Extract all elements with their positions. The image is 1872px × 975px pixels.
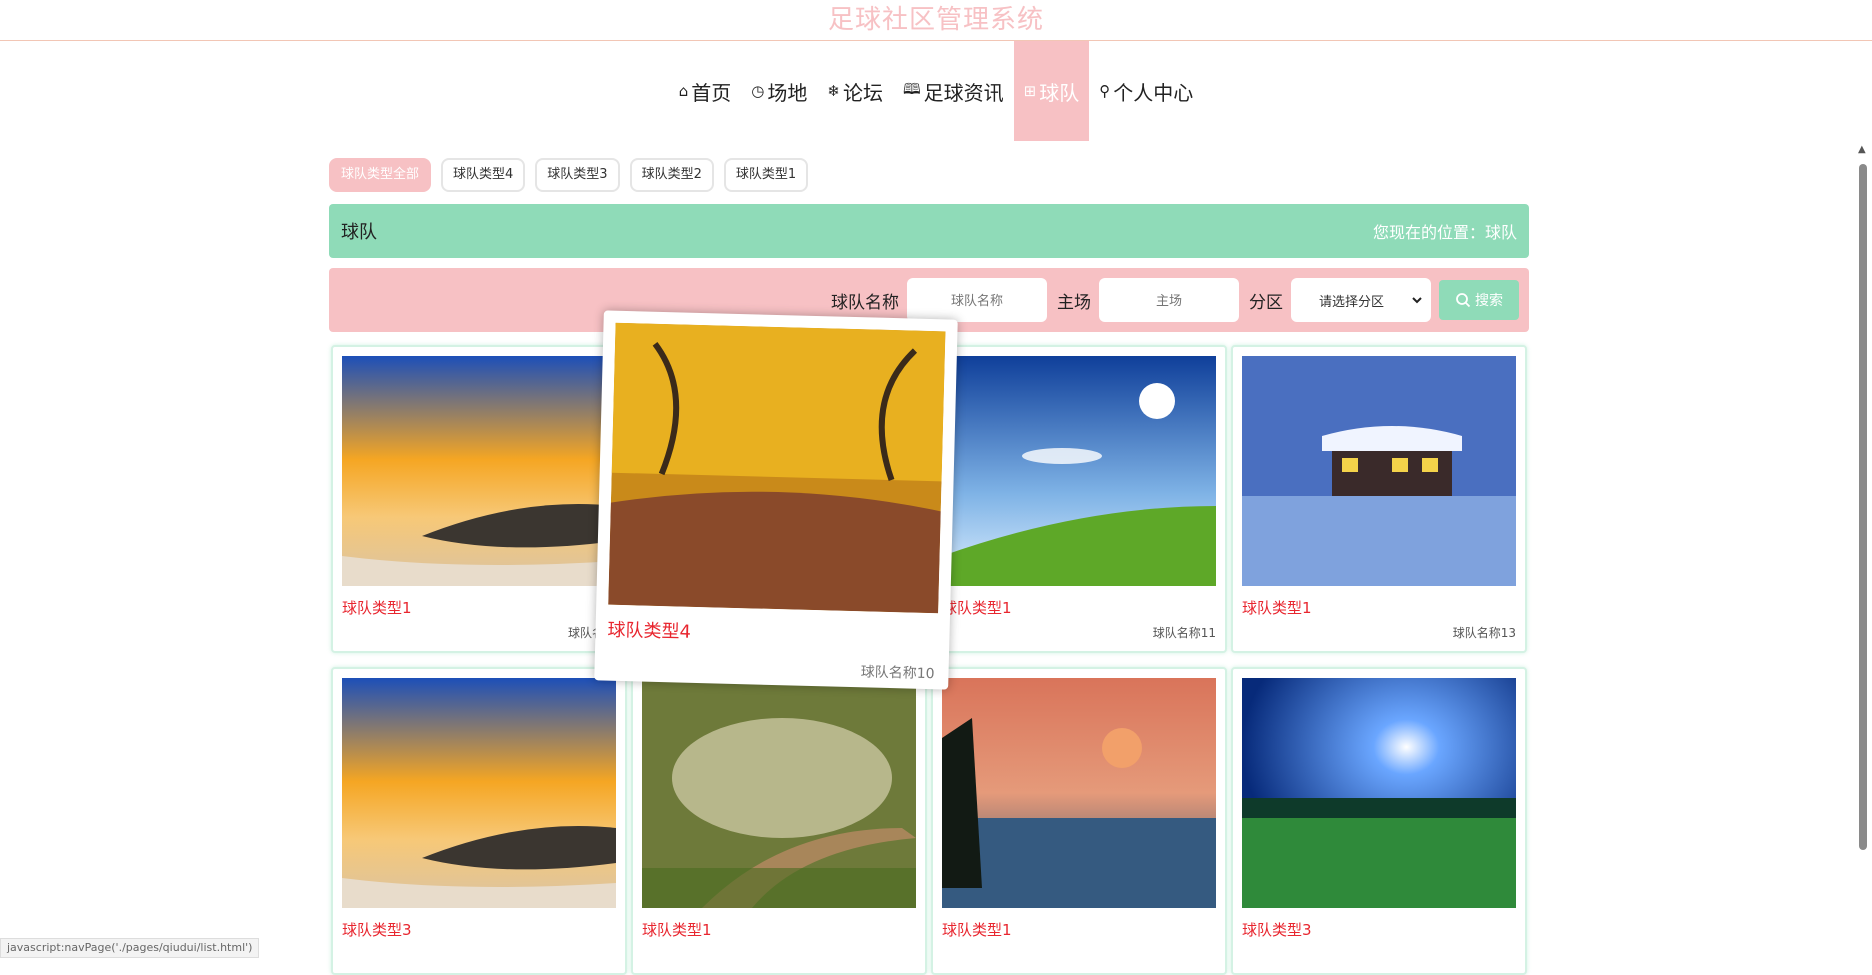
site-title: 足球社区管理系统: [827, 5, 1044, 35]
main-content: 球队类型全部 球队类型4 球队类型3 球队类型2 球队类型1 球队 您现在的位置…: [329, 155, 1529, 975]
snowflake-icon: ❄: [827, 82, 840, 100]
nav-item-profile[interactable]: ⚲ 个人中心: [1089, 41, 1203, 141]
nav-item-teams[interactable]: ⊞ 球队: [1013, 41, 1090, 141]
zone-label: 分区: [1249, 292, 1283, 313]
nav-item-news[interactable]: 🕮 足球资讯: [893, 41, 1014, 141]
venue-input[interactable]: [1099, 278, 1239, 322]
team-image: [942, 678, 1216, 908]
team-name: 球队名称10: [860, 664, 935, 683]
team-card[interactable]: 球队类型3: [331, 667, 627, 975]
team-image: [342, 356, 616, 586]
nav-item-label: 个人中心: [1113, 80, 1194, 105]
user-icon: ⚲: [1099, 82, 1111, 100]
section-title: 球队: [341, 222, 377, 243]
team-image: [1242, 356, 1516, 586]
type-filter-all[interactable]: 球队类型全部: [329, 158, 432, 192]
grid-icon: ⊞: [1023, 82, 1037, 100]
nav-item-home[interactable]: ⌂ 首页: [669, 41, 742, 141]
chevron-down-icon: [1412, 297, 1422, 304]
team-image: [1242, 678, 1516, 908]
team-image: [608, 322, 946, 614]
team-type: 球队类型1: [942, 599, 1012, 617]
venue-label: 主场: [1057, 292, 1091, 313]
nav-item-label: 场地: [767, 80, 808, 105]
team-card[interactable]: 球队类型3: [1231, 667, 1527, 975]
nav-item-forum[interactable]: ❄ 论坛: [817, 41, 893, 141]
type-filter-4[interactable]: 球队类型4: [441, 158, 526, 192]
team-type: 球队类型3: [342, 921, 412, 939]
team-card[interactable]: 球队类型1: [631, 667, 927, 975]
breadcrumb: 您现在的位置：球队: [1372, 223, 1517, 242]
team-type: 球队类型1: [642, 921, 712, 939]
page-scrollbar[interactable]: ▲: [1856, 140, 1870, 958]
team-image: [942, 356, 1216, 586]
scroll-thumb[interactable]: [1859, 164, 1867, 850]
search-button-label: 搜索: [1475, 293, 1503, 309]
team-name: 球队名称13: [1452, 626, 1516, 640]
zone-select[interactable]: 请选择分区: [1291, 278, 1431, 322]
nav-item-label: 球队: [1039, 80, 1080, 105]
nav-item-label: 首页: [691, 80, 732, 105]
team-name-input[interactable]: [907, 278, 1047, 322]
team-card[interactable]: 球队类型1 球队名称: [331, 345, 627, 653]
book-icon: 🕮: [902, 79, 921, 98]
team-card-hovered[interactable]: 球队类型4 球队名称10: [594, 310, 958, 690]
team-name-label: 球队名称: [831, 292, 899, 313]
site-header: 足球社区管理系统: [0, 0, 1872, 41]
section-bar: 球队 您现在的位置：球队: [329, 204, 1529, 258]
type-filter-row: 球队类型全部 球队类型4 球队类型3 球队类型2 球队类型1: [329, 155, 1529, 195]
team-name: 球队名称11: [1152, 626, 1216, 640]
team-card[interactable]: 球队类型1 球队名称11: [931, 345, 1227, 653]
main-nav: ⌂ 首页 ◷ 场地 ❄ 论坛 🕮 足球资讯 ⊞ 球队 ⚲ 个人中心: [0, 41, 1872, 141]
team-type: 球队类型4: [607, 619, 692, 643]
team-card[interactable]: 球队类型1 球队名称13: [1231, 345, 1527, 653]
search-button[interactable]: 搜索: [1439, 280, 1519, 320]
home-icon: ⌂: [678, 82, 689, 100]
scroll-up-icon[interactable]: ▲: [1858, 144, 1866, 155]
type-filter-1[interactable]: 球队类型1: [723, 158, 809, 192]
nav-item-venue[interactable]: ◷ 场地: [741, 41, 817, 141]
team-type: 球队类型1: [342, 599, 412, 617]
type-filter-3[interactable]: 球队类型3: [535, 158, 620, 192]
team-image: [642, 678, 916, 908]
team-type: 球队类型1: [942, 921, 1012, 939]
search-icon: [1456, 293, 1471, 308]
clock-icon: ◷: [751, 82, 765, 100]
team-type: 球队类型3: [1242, 921, 1312, 939]
nav-item-label: 论坛: [842, 80, 883, 105]
type-filter-2[interactable]: 球队类型2: [629, 158, 714, 192]
zone-select-value: 请选择分区: [1319, 294, 1385, 310]
team-type: 球队类型1: [1242, 599, 1312, 617]
nav-item-label: 足球资讯: [923, 80, 1004, 105]
status-bar: javascript:navPage('./pages/qiudui/list.…: [0, 938, 260, 958]
team-image: [342, 678, 616, 908]
team-card[interactable]: 球队类型1: [931, 667, 1227, 975]
